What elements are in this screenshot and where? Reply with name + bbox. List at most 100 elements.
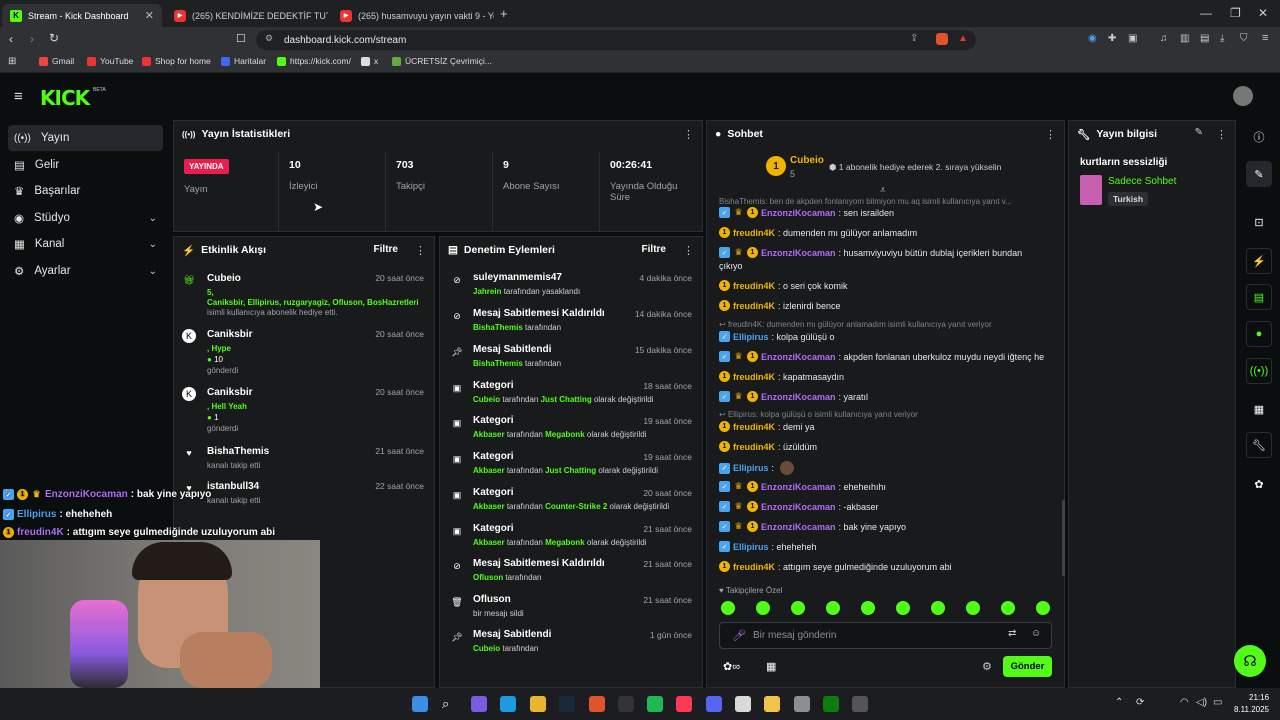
windows-start-icon[interactable] [412,696,428,712]
info-icon[interactable]: ⓘ [1246,124,1272,150]
moderation-actor[interactable]: Ofluson [473,573,503,582]
epic-games-icon[interactable] [618,696,634,712]
chat-username[interactable]: EnzonziKocaman [761,392,836,402]
scan-icon[interactable]: ⊡ [1246,209,1272,235]
moderation-actor[interactable]: BishaThemis [473,359,523,368]
bookmark-gmail[interactable]: Gmail [39,56,74,66]
back-icon[interactable]: ‹ [9,32,13,46]
vpn-icon[interactable]: ⛉ [1240,33,1248,44]
emote-button[interactable] [756,601,770,615]
chat-username[interactable]: freudin4K [733,422,775,432]
sidebar-item-gelir[interactable]: ▤ Gelir [8,152,163,178]
app-icon[interactable] [852,696,868,712]
chat-username[interactable]: freudin4K [733,228,775,238]
collapse-icon[interactable]: ⩡ [880,185,886,196]
kicks-loop-icon[interactable]: ✿∞ [723,660,740,673]
chat-settings-icon[interactable]: ⚙ [982,660,992,673]
more-options-icon[interactable]: ⋮ [683,128,694,141]
support-button[interactable]: ☊ [1234,645,1266,677]
send-button[interactable]: Gönder [1003,656,1052,677]
new-tab-icon[interactable]: + [500,6,508,21]
sidebar-toggle-icon[interactable]: ▥ [1180,33,1189,44]
leo-icon[interactable]: ◉ [1088,33,1097,44]
filter-button[interactable]: Filtre [374,244,398,255]
more-options-icon[interactable]: ⋮ [1216,128,1227,141]
apps-grid-icon[interactable]: ⊞ [8,56,16,67]
notepad-icon[interactable] [735,696,751,712]
chat-username[interactable]: EnzonziKocaman [761,352,836,362]
filter-button[interactable]: Filtre [642,244,666,255]
kick-logo[interactable]: KICK [40,86,90,110]
bookmark-kick[interactable]: https://kick.com/ [277,56,351,66]
menu-icon[interactable]: ≡ [1262,32,1268,44]
chat-scrollbar[interactable] [1062,500,1065,576]
emoji-icon[interactable]: ☺ [1031,628,1041,639]
activity-user[interactable]: BishaThemis [207,446,269,457]
bookmark-shop[interactable]: Shop for home [142,56,211,66]
chat-username[interactable]: freudin4K [733,562,775,572]
moderation-actor[interactable]: Jahrein [473,287,501,296]
search-icon[interactable]: ⌕ [442,696,458,712]
moderation-actor[interactable]: Cubeio [473,644,500,653]
layout-icon[interactable]: ▦ [1246,396,1272,422]
bolt-icon[interactable]: ⚡ [1246,248,1272,274]
document-icon[interactable]: ▤ [1246,284,1272,310]
microphone-icon[interactable]: 🎤︎ [732,629,746,642]
chat-username[interactable]: Ellipirus [733,542,769,552]
sidebar-item-yayin[interactable]: ((•)) Yayın [8,125,163,151]
window-close-icon[interactable]: ✕ [1258,6,1268,20]
emote-button[interactable] [896,601,910,615]
spotify-icon[interactable] [647,696,663,712]
screenshot-icon[interactable]: ▣ [1128,33,1137,44]
more-options-icon[interactable]: ⋮ [1045,128,1056,141]
bookmark-youtube[interactable]: YouTube [87,56,133,66]
bookmark-icon[interactable]: ☐ [236,32,246,45]
emote-button[interactable] [966,601,980,615]
forward-icon[interactable]: › [30,32,34,46]
activity-user[interactable]: istanbull34 [207,481,259,492]
wifi-icon[interactable]: ◠ [1180,697,1189,708]
chat-username[interactable]: EnzonziKocaman [761,502,836,512]
emote-button[interactable] [1001,601,1015,615]
downloads-icon[interactable]: ⤓ [1220,33,1224,44]
chat-username[interactable]: Ellipirus [733,463,769,473]
wrench-icon[interactable]: 🔧︎ [1246,432,1272,458]
moderation-category[interactable]: Just Chatting [545,466,596,475]
emote-button[interactable] [721,601,735,615]
url-field[interactable]: ⚙ dashboard.kick.com/stream ⇪ ▲ [256,30,976,50]
translate-icon[interactable]: ⇄ [1008,628,1016,639]
chat-username[interactable]: freudin4K [733,301,775,311]
more-options-icon[interactable]: ⋮ [415,244,426,257]
chat-username[interactable]: EnzonziKocaman [761,482,836,492]
moderation-actor[interactable]: Akbaser [473,466,505,475]
emote-button[interactable] [1036,601,1050,615]
bookmark-maps[interactable]: Haritalar [221,56,266,66]
sidebar-item-studyo[interactable]: ◉ Stüdyo ⌄ [8,205,163,231]
chat-username[interactable]: EnzonziKocaman [761,208,836,218]
avatar[interactable] [1233,86,1253,106]
tray-chevron-icon[interactable]: ⌃ [1115,697,1123,708]
tab-kick-dashboard[interactable]: K Stream - Kick Dashboard ✕ [2,4,162,27]
clock-date[interactable]: 8.11.2025 [1234,705,1269,714]
battery-icon[interactable]: ▭ [1213,697,1222,708]
rewards-icon[interactable]: ▲ [958,33,968,44]
brave-shield-icon[interactable] [936,33,948,45]
music-icon[interactable] [676,696,692,712]
hamburger-menu-icon[interactable]: ≡ [14,88,23,105]
xbox-icon[interactable] [823,696,839,712]
site-info-icon[interactable]: ⚙ [265,33,273,44]
moderation-category[interactable]: Just Chatting [541,395,592,404]
tab-youtube-1[interactable]: ▶ (265) KENDİMİZE DEDEKTİF TUTTUK ✕ [166,4,328,27]
sidebar-item-basarilar[interactable]: ♛ Başarılar [8,178,163,204]
settings-icon[interactable] [794,696,810,712]
reload-icon[interactable]: ↻ [49,31,59,45]
gift-shop-icon[interactable]: ▦ [766,660,776,673]
brave-icon[interactable] [589,696,605,712]
chat-username[interactable]: freudin4K [733,372,775,382]
activity-user[interactable]: Caniksbir [207,329,253,340]
activity-user[interactable]: Caniksbir [207,387,253,398]
chat-username[interactable]: EnzonziKocaman [761,522,836,532]
chat-username[interactable]: EnzonziKocaman [761,248,836,258]
moderation-category[interactable]: Counter-Strike 2 [545,502,607,511]
moderation-actor[interactable]: Akbaser [473,538,505,547]
